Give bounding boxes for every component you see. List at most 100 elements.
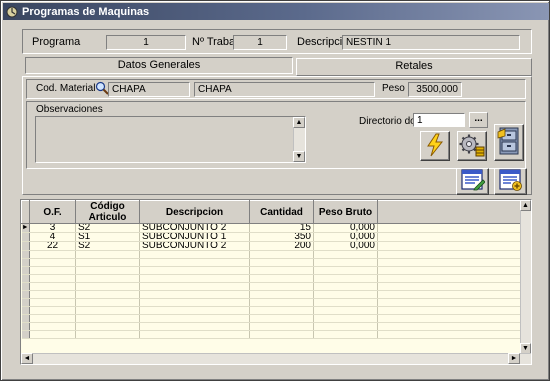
- trabajo-field[interactable]: 1: [233, 35, 287, 50]
- tab-retales[interactable]: Retales: [296, 58, 532, 76]
- cell-peso-bruto[interactable]: 0,000: [313, 232, 378, 242]
- cell-peso-bruto[interactable]: [313, 330, 378, 339]
- cell-codigo[interactable]: S1: [75, 232, 140, 242]
- cod-material-field[interactable]: CHAPA: [108, 82, 190, 97]
- cell-cantidad[interactable]: [249, 322, 314, 331]
- cell-of[interactable]: [29, 274, 76, 283]
- magnifier-icon[interactable]: [95, 81, 109, 95]
- grid-scroll-up-button[interactable]: ▲: [520, 200, 531, 211]
- cell-of[interactable]: [29, 266, 76, 275]
- cell-descripcion[interactable]: [139, 322, 250, 331]
- cell-cantidad[interactable]: [249, 274, 314, 283]
- table-row[interactable]: 4 S1 SUBCONJUNTO 1 350 0,000: [21, 232, 522, 242]
- cell-cantidad[interactable]: 15: [249, 223, 314, 233]
- cell-descripcion[interactable]: [139, 330, 250, 339]
- cell-of[interactable]: [29, 306, 76, 315]
- cell-cantidad[interactable]: [249, 330, 314, 339]
- tab-datos-generales[interactable]: Datos Generales: [25, 57, 293, 74]
- cell-cantidad[interactable]: [249, 306, 314, 315]
- cell-of[interactable]: [29, 258, 76, 267]
- articles-grid[interactable]: O.F. Código Articulo Descripcion Cantida…: [20, 199, 532, 365]
- scroll-down-button[interactable]: ▼: [293, 151, 305, 162]
- table-row[interactable]: [21, 266, 522, 275]
- browse-button[interactable]: ...: [469, 112, 488, 128]
- cell-peso-bruto[interactable]: [313, 314, 378, 323]
- cell-peso-bruto[interactable]: [313, 306, 378, 315]
- table-row[interactable]: [21, 250, 522, 259]
- column-header-codigo[interactable]: Código Articulo: [75, 200, 140, 224]
- column-header-peso-bruto[interactable]: Peso Bruto: [313, 200, 378, 224]
- cell-codigo[interactable]: [75, 290, 140, 299]
- descripcion-field[interactable]: NESTIN 1: [342, 35, 520, 50]
- table-row[interactable]: [21, 314, 522, 323]
- cell-cantidad[interactable]: [249, 298, 314, 307]
- grid-scroll-left-button[interactable]: ◄: [21, 353, 33, 364]
- cell-descripcion[interactable]: [139, 274, 250, 283]
- edit-list-button[interactable]: [456, 168, 489, 195]
- add-list-button[interactable]: [494, 168, 527, 195]
- cell-of[interactable]: [29, 330, 76, 339]
- title-bar[interactable]: Programas de Maquinas: [3, 3, 549, 20]
- cell-cantidad[interactable]: 200: [249, 241, 314, 251]
- table-row[interactable]: 22 S2 SUBCONJUNTO 2 200 0,000: [21, 241, 522, 251]
- directorio-field[interactable]: 1: [413, 113, 465, 127]
- table-row[interactable]: [21, 282, 522, 291]
- cell-cantidad[interactable]: [249, 314, 314, 323]
- table-row[interactable]: [21, 274, 522, 283]
- cell-of[interactable]: 22: [29, 241, 76, 251]
- cell-peso-bruto[interactable]: 0,000: [313, 241, 378, 251]
- cell-codigo[interactable]: [75, 274, 140, 283]
- cell-descripcion[interactable]: SUBCONJUNTO 1: [139, 232, 250, 242]
- grid-scroll-right-button[interactable]: ►: [508, 353, 520, 364]
- cell-cantidad[interactable]: [249, 258, 314, 267]
- column-header-cantidad[interactable]: Cantidad: [249, 200, 314, 224]
- table-row[interactable]: [21, 322, 522, 331]
- cell-peso-bruto[interactable]: [313, 250, 378, 259]
- column-header-descripcion[interactable]: Descripcion: [139, 200, 250, 224]
- cell-codigo[interactable]: [75, 258, 140, 267]
- cell-descripcion[interactable]: SUBCONJUNTO 2: [139, 223, 250, 233]
- table-row[interactable]: [21, 306, 522, 315]
- cell-codigo[interactable]: [75, 306, 140, 315]
- cell-of[interactable]: [29, 298, 76, 307]
- cell-cantidad[interactable]: [249, 266, 314, 275]
- cell-peso-bruto[interactable]: [313, 290, 378, 299]
- cell-peso-bruto[interactable]: [313, 274, 378, 283]
- grid-vertical-scrollbar[interactable]: ▲ ▼: [520, 200, 531, 354]
- table-row[interactable]: [21, 298, 522, 307]
- cell-codigo[interactable]: S2: [75, 223, 140, 233]
- archive-button[interactable]: [494, 124, 524, 161]
- cell-descripcion[interactable]: [139, 250, 250, 259]
- cell-cantidad[interactable]: [249, 282, 314, 291]
- cell-descripcion[interactable]: [139, 306, 250, 315]
- programa-field[interactable]: 1: [106, 35, 186, 50]
- cell-of[interactable]: [29, 322, 76, 331]
- cell-peso-bruto[interactable]: [313, 322, 378, 331]
- cell-codigo[interactable]: [75, 330, 140, 339]
- cell-of[interactable]: 3: [29, 223, 76, 233]
- cell-descripcion[interactable]: [139, 298, 250, 307]
- cell-codigo[interactable]: S2: [75, 241, 140, 251]
- observaciones-textarea[interactable]: ▲ ▼: [35, 116, 306, 163]
- cell-peso-bruto[interactable]: [313, 298, 378, 307]
- cell-of[interactable]: 4: [29, 232, 76, 242]
- observaciones-scrollbar[interactable]: ▲ ▼: [293, 117, 305, 162]
- cell-descripcion[interactable]: SUBCONJUNTO 2: [139, 241, 250, 251]
- cell-cantidad[interactable]: 350: [249, 232, 314, 242]
- cell-codigo[interactable]: [75, 282, 140, 291]
- cell-codigo[interactable]: [75, 250, 140, 259]
- cell-descripcion[interactable]: [139, 290, 250, 299]
- settings-button[interactable]: [457, 131, 487, 161]
- execute-button[interactable]: [420, 131, 450, 161]
- cell-of[interactable]: [29, 250, 76, 259]
- cell-peso-bruto[interactable]: [313, 282, 378, 291]
- cell-codigo[interactable]: [75, 314, 140, 323]
- cell-peso-bruto[interactable]: [313, 266, 378, 275]
- cell-peso-bruto[interactable]: 0,000: [313, 223, 378, 233]
- cell-cantidad[interactable]: [249, 250, 314, 259]
- peso-field[interactable]: 3500,000: [408, 82, 462, 97]
- cell-cantidad[interactable]: [249, 290, 314, 299]
- table-row[interactable]: [21, 258, 522, 267]
- cell-descripcion[interactable]: [139, 314, 250, 323]
- cell-codigo[interactable]: [75, 298, 140, 307]
